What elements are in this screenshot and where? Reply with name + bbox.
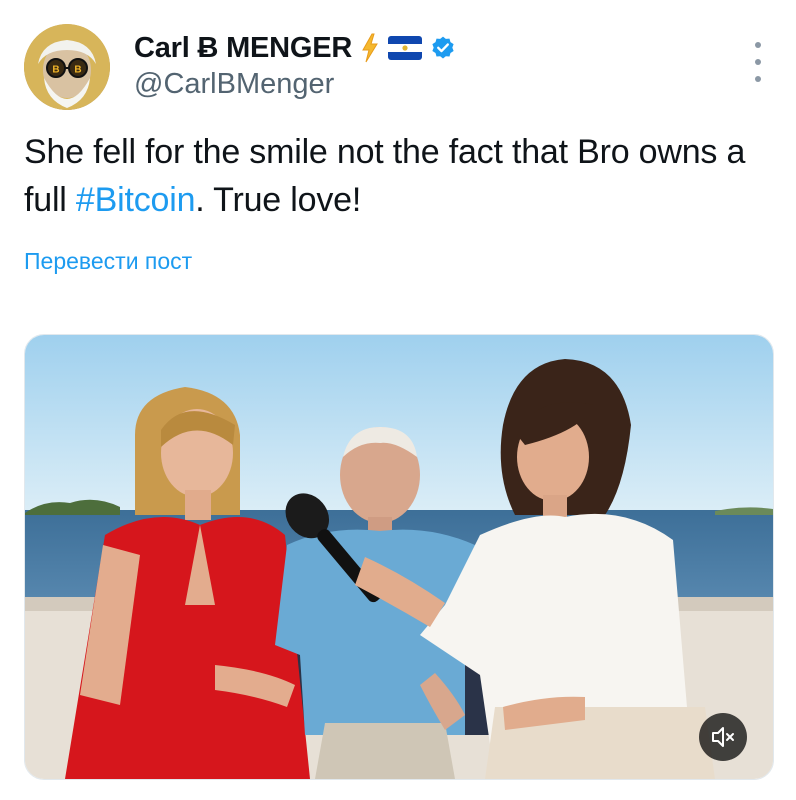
video-player[interactable] [24,334,774,780]
post-header: B B Carl Ƀ MENGER @CarlBMenger [24,24,774,114]
avatar-image: B B [24,24,110,110]
verified-badge-icon[interactable] [430,35,456,61]
avatar[interactable]: B B [24,24,110,110]
post-text-end: . True love! [195,181,362,219]
author-block: Carl Ƀ MENGER @CarlBMenger [134,28,456,101]
el-salvador-flag-icon [388,36,423,60]
more-dot [755,76,761,82]
speaker-muted-icon [712,727,734,747]
author-display-name[interactable]: Carl Ƀ MENGER [134,32,352,65]
more-options-icon[interactable] [746,42,770,82]
hashtag-link[interactable]: #Bitcoin [76,181,196,219]
author-handle[interactable]: @CarlBMenger [134,68,456,101]
translate-post-link[interactable]: Перевести пост [24,248,192,275]
mute-toggle-button[interactable] [699,713,747,761]
post-text: She fell for the smile not the fact that… [24,128,764,224]
more-dot [755,42,761,48]
more-dot [755,59,761,65]
video-frame [25,335,773,779]
lightning-icon [360,33,380,63]
avatar-glass-right-text: B [74,65,81,76]
display-name-row: Carl Ƀ MENGER [134,28,456,68]
avatar-glass-left-text: B [52,65,59,76]
